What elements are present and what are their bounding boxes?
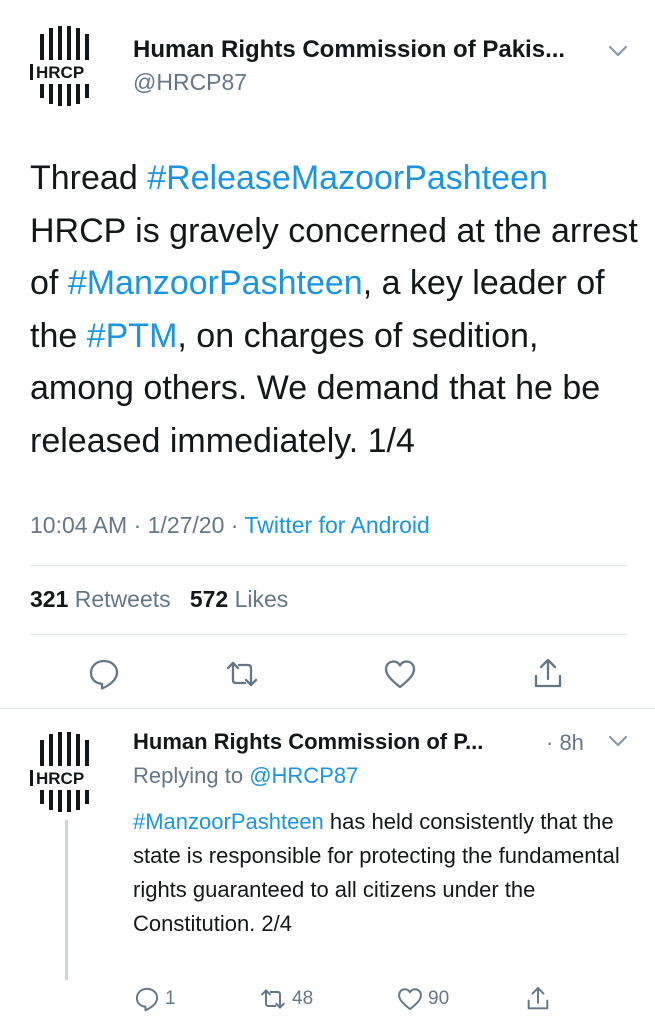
likes-count: 572 [189, 586, 229, 612]
meta-separator: · [230, 512, 239, 538]
hashtag-link[interactable]: #ManzoorPashteen [68, 264, 363, 302]
tweet-date: 1/27/20 [147, 512, 225, 538]
retweet-icon[interactable] [224, 656, 260, 692]
reply-count: 1 [165, 988, 176, 1009]
retweets-stat[interactable]: 321 Retweets [30, 586, 171, 612]
tweet-source-link[interactable]: Twitter for Android [244, 512, 429, 538]
likes-stat[interactable]: 572 Likes [190, 586, 288, 612]
hashtag-link[interactable]: #ReleaseMazoorPashteen [147, 159, 548, 197]
divider [30, 565, 627, 566]
main-tweet: HRCP Human Rights Commission of Pakis...… [0, 0, 655, 708]
chevron-down-icon[interactable] [607, 734, 629, 748]
hrcp-avatar[interactable]: HRCP [22, 728, 110, 816]
author-name[interactable]: Human Rights Commission of Pakis... [133, 36, 565, 64]
hashtag-link[interactable]: #ManzoorPashteen [133, 809, 324, 834]
hashtag-link[interactable]: #PTM [87, 317, 178, 355]
divider [30, 634, 627, 635]
chevron-down-icon[interactable] [607, 44, 629, 58]
hrcp-logo-text: HRCP [36, 769, 84, 788]
tweet-time: 10:04 AM [30, 512, 128, 538]
share-button[interactable] [524, 985, 552, 1013]
author-handle[interactable]: @HRCP87 [133, 69, 247, 96]
likes-label: Likes [234, 586, 289, 612]
share-icon[interactable] [530, 656, 566, 692]
hrcp-logo-icon: HRCP [30, 732, 89, 812]
retweets-label: Retweets [74, 586, 171, 612]
hrcp-logo-text: HRCP [36, 63, 84, 82]
reply-button[interactable]: 1 [133, 985, 176, 1013]
retweet-button[interactable]: 48 [258, 985, 313, 1013]
thread-line [65, 820, 68, 980]
reply-author-name[interactable]: Human Rights Commission of P... [133, 729, 563, 755]
share-icon [527, 987, 549, 1010]
like-icon[interactable] [382, 656, 418, 692]
retweet-count: 48 [292, 988, 314, 1009]
like-count: 90 [428, 988, 450, 1009]
hrcp-logo-icon: HRCP [30, 26, 89, 106]
hrcp-avatar[interactable]: HRCP [22, 22, 110, 110]
retweet-icon [261, 989, 285, 1009]
tweet-text-segment: Thread [30, 159, 148, 197]
like-button[interactable]: 90 [396, 985, 449, 1013]
replying-to: Replying to @HRCP87 [133, 763, 358, 789]
retweets-count: 321 [30, 586, 69, 612]
tweet-stats: 321 Retweets 572 Likes [30, 586, 288, 613]
replying-prefix: Replying to [133, 763, 244, 788]
reply-icon [135, 987, 159, 1012]
like-icon [398, 988, 422, 1011]
tweet-separator [0, 708, 655, 709]
tweet-text: Thread #ReleaseMazoorPashteen HRCP is gr… [30, 152, 640, 467]
replying-handle-link[interactable]: @HRCP87 [249, 763, 358, 788]
meta-separator: · [133, 512, 142, 538]
reply-time: · 8h [546, 730, 584, 755]
reply-icon[interactable] [86, 656, 122, 692]
tweet-meta: 10:04 AM · 1/27/20 · Twitter for Android [30, 512, 430, 539]
reply-text: #ManzoorPashteen has held consistently t… [133, 805, 633, 941]
